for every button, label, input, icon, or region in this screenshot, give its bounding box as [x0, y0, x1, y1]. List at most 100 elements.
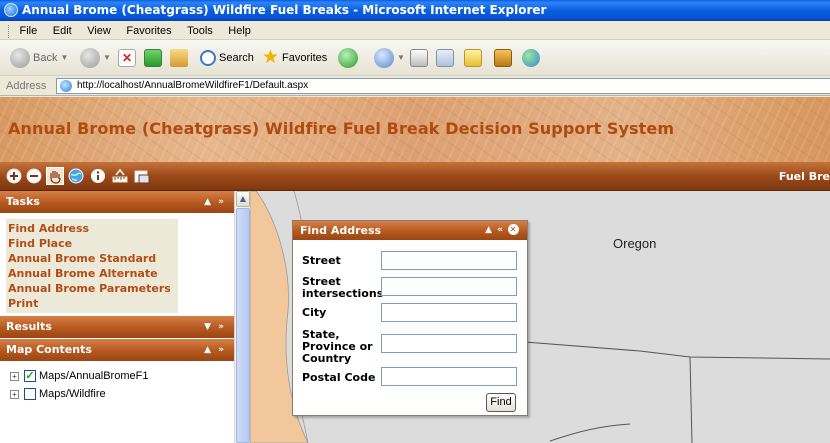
task-find-address[interactable]: Find Address [8, 221, 176, 236]
address-label: Address [6, 80, 47, 92]
chevron-down-icon[interactable]: ▼ [60, 53, 68, 62]
task-print[interactable]: Print [8, 296, 176, 311]
state-label-line3: Country [302, 352, 352, 365]
menu-help[interactable]: Help [228, 25, 251, 37]
research-button[interactable] [494, 47, 512, 69]
street-input[interactable] [381, 251, 517, 270]
layer-row: + ✓ Maps/AnnualBromeF1 [10, 369, 148, 383]
street-label: Street [302, 254, 341, 267]
menu-bar: File Edit View Favorites Tools Help [0, 21, 830, 40]
layer-name: Maps/AnnualBromeF1 [39, 370, 149, 382]
stop-button[interactable]: ✕ [118, 47, 136, 69]
refresh-icon [144, 49, 162, 68]
state-input[interactable] [381, 334, 517, 353]
identify-info-icon[interactable] [90, 168, 106, 184]
back-button[interactable]: Back ▼ [10, 47, 68, 69]
stop-icon: ✕ [118, 49, 136, 68]
menu-view[interactable]: View [87, 25, 111, 37]
messenger-icon [522, 49, 540, 68]
history-button[interactable] [338, 47, 358, 69]
layer-checkbox-checked[interactable]: ✓ [24, 370, 36, 383]
tasks-controls[interactable]: ▲ » [204, 191, 226, 213]
fuel-break-label[interactable]: Fuel Bre [779, 162, 830, 191]
task-annual-brome-parameters[interactable]: Annual Brome Parameters [8, 281, 176, 296]
mail-icon [374, 48, 394, 69]
task-list: Find Address Find Place Annual Brome Sta… [6, 219, 178, 313]
mail-button[interactable]: ▼ [374, 47, 405, 69]
find-button[interactable]: Find [486, 393, 516, 412]
expand-plus-icon[interactable]: + [10, 371, 19, 381]
map-contents-controls[interactable]: ▲ » [204, 339, 226, 361]
full-extent-globe-icon[interactable] [68, 168, 84, 184]
search-icon [200, 50, 216, 67]
results-header[interactable]: Results ▼ » [0, 316, 234, 338]
close-icon[interactable]: ✕ [508, 224, 519, 235]
panel-scrollbar[interactable]: ▲ [234, 191, 250, 443]
intersections-input[interactable] [381, 277, 517, 296]
edit-page-icon [436, 49, 454, 68]
menu-edit[interactable]: Edit [53, 25, 72, 37]
map-contents-header[interactable]: Map Contents ▲ » [0, 339, 234, 361]
edit-button[interactable] [436, 47, 454, 69]
zoom-out-icon[interactable] [26, 168, 42, 184]
results-controls[interactable]: ▼ » [204, 316, 226, 338]
postal-code-input[interactable] [381, 367, 517, 386]
find-address-controls: ▲ « ✕ [485, 221, 519, 240]
city-label: City [302, 306, 327, 319]
research-icon [494, 49, 512, 68]
browser-toolbar: Back ▼ ▼ ✕ Search ★ Favorites ▼ [0, 40, 830, 76]
menu-grip [8, 24, 10, 38]
tasks-header[interactable]: Tasks ▲ » [0, 191, 234, 213]
menu-file[interactable]: File [20, 25, 38, 37]
city-input[interactable] [381, 303, 517, 322]
tasks-title: Tasks [6, 195, 40, 208]
chevron-down-icon[interactable]: ▼ [103, 53, 111, 62]
layer-row: + Maps/Wildfire [10, 387, 106, 401]
pan-hand-icon[interactable] [46, 167, 64, 185]
forward-arrow-icon [80, 48, 100, 69]
ie-icon [4, 3, 18, 17]
favorites-button[interactable]: ★ Favorites [262, 47, 327, 69]
menu-favorites[interactable]: Favorites [126, 25, 171, 37]
refresh-button[interactable] [144, 47, 162, 69]
measure-icon[interactable] [112, 168, 128, 184]
address-url: http://localhost/AnnualBromeWildfireF1/D… [77, 80, 309, 91]
layer-checkbox-unchecked[interactable] [24, 388, 36, 401]
forward-button[interactable]: ▼ [80, 47, 111, 69]
window-title: Annual Brome (Cheatgrass) Wildfire Fuel … [22, 3, 547, 17]
scroll-thumb[interactable] [236, 208, 250, 443]
scroll-up-arrow-icon[interactable]: ▲ [236, 191, 250, 207]
address-bar: Address http://localhost/AnnualBromeWild… [0, 76, 830, 96]
map-contents-body: + ✓ Maps/AnnualBromeF1 + Maps/Wildfire [0, 361, 234, 443]
home-icon [170, 49, 188, 68]
left-panel: Tasks ▲ » Find Address Find Place Annual… [0, 191, 234, 443]
task-annual-brome-standard[interactable]: Annual Brome Standard [8, 251, 176, 266]
expand-plus-icon[interactable]: + [10, 389, 19, 399]
star-icon: ★ [262, 47, 280, 69]
intersections-label-line2: intersections [302, 287, 384, 300]
print-icon[interactable] [134, 168, 150, 184]
chevron-down-icon[interactable]: ▼ [397, 53, 405, 62]
map-contents-title: Map Contents [6, 343, 92, 356]
window-title-bar: Annual Brome (Cheatgrass) Wildfire Fuel … [0, 0, 830, 21]
postal-code-label: Postal Code [302, 371, 376, 384]
collapse-controls[interactable]: ▲ « [485, 225, 504, 235]
map-state-label: Oregon [613, 236, 657, 251]
map-toolbar: Fuel Bre [0, 162, 830, 191]
find-address-header[interactable]: Find Address ▲ « ✕ [293, 221, 527, 240]
home-button[interactable] [170, 47, 188, 69]
address-input[interactable]: http://localhost/AnnualBromeWildfireF1/D… [56, 78, 830, 94]
printer-icon [410, 49, 428, 68]
results-title: Results [6, 320, 52, 333]
task-annual-brome-alternate[interactable]: Annual Brome Alternate [8, 266, 176, 281]
folder-button[interactable] [464, 47, 482, 69]
print-button[interactable] [410, 47, 428, 69]
messenger-button[interactable] [522, 47, 540, 69]
back-arrow-icon [10, 48, 30, 69]
page-title: Annual Brome (Cheatgrass) Wildfire Fuel … [8, 119, 675, 138]
page-icon [60, 80, 72, 92]
search-button[interactable]: Search [200, 47, 254, 69]
task-find-place[interactable]: Find Place [8, 236, 176, 251]
zoom-in-icon[interactable] [6, 168, 22, 184]
menu-tools[interactable]: Tools [187, 25, 213, 37]
